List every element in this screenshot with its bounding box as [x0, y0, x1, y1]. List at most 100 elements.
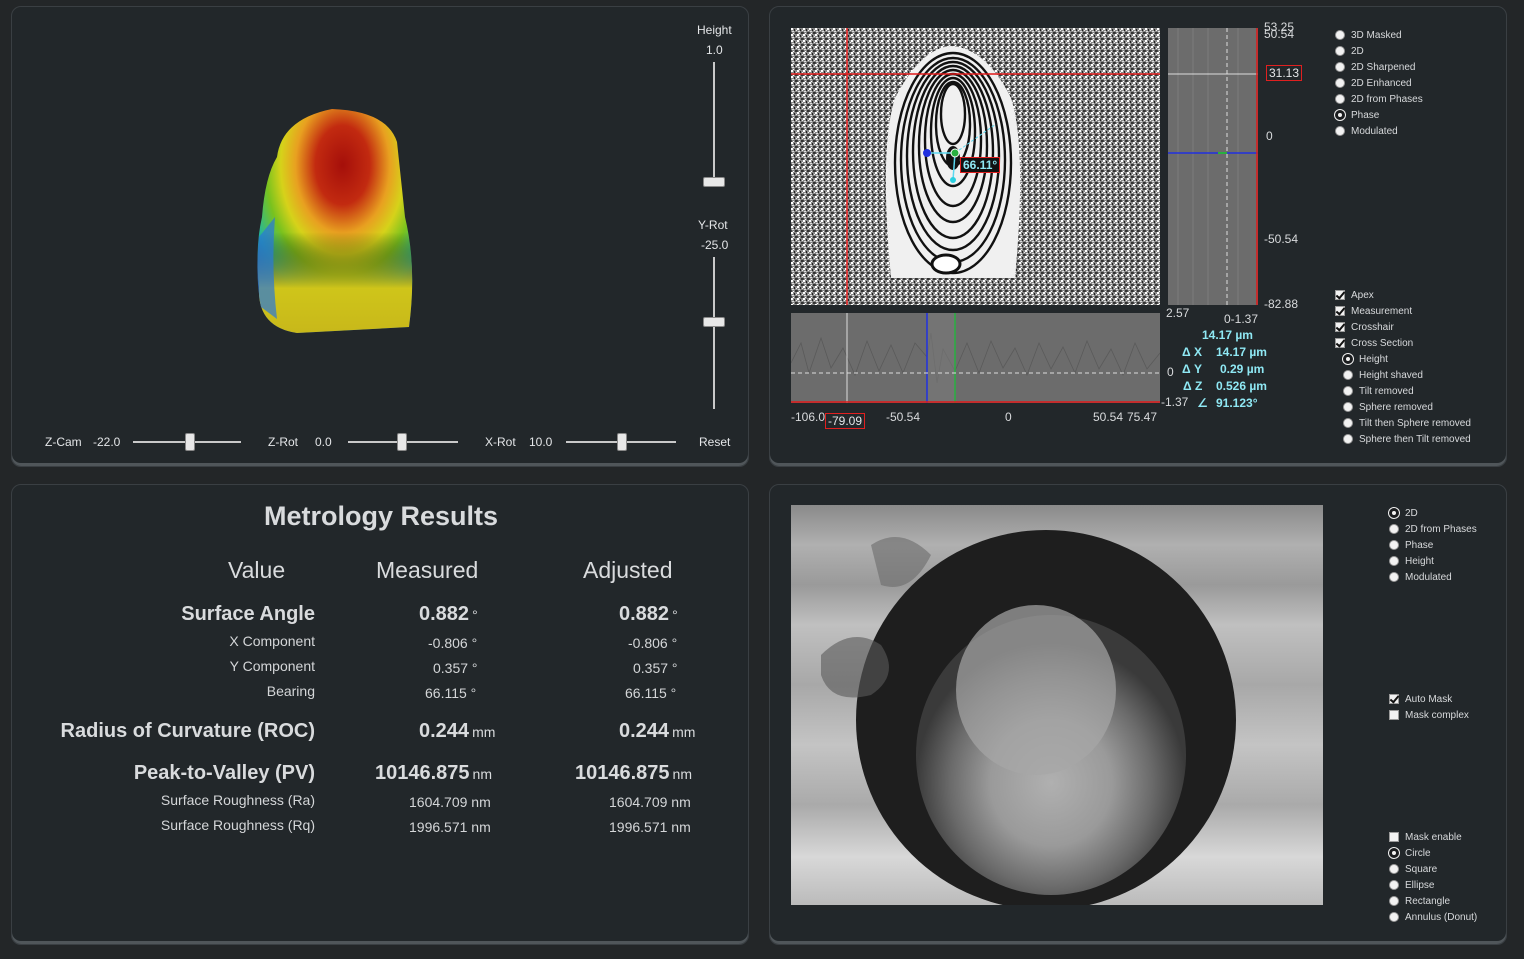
x-component-adjusted: -0.806 ° [628, 635, 678, 651]
view-mode-radio-icon[interactable] [1335, 78, 1345, 88]
view-mode-2d[interactable]: 2D [1335, 44, 1364, 58]
view-mode-radio-icon[interactable] [1335, 126, 1345, 136]
section-mode-height-shaved[interactable]: Height shaved [1343, 368, 1423, 382]
mask-shape-radio-icon[interactable] [1389, 896, 1399, 906]
section-mode-radio-icon[interactable] [1343, 402, 1353, 412]
camera-mode-modulated[interactable]: Modulated [1389, 570, 1452, 584]
height-slider-thumb[interactable] [703, 177, 725, 187]
angle-label: 66.11° [960, 157, 1001, 173]
yrot-slider-thumb[interactable] [703, 317, 725, 327]
mask-shape-square[interactable]: Square [1389, 862, 1437, 876]
section-mode-height[interactable]: Height [1343, 352, 1388, 366]
camera-mode-radio-icon[interactable] [1389, 508, 1399, 518]
overlay-cross-section[interactable]: Cross Section [1335, 336, 1413, 350]
section-mode-sphere-then-tilt-removed[interactable]: Sphere then Tilt removed [1343, 432, 1471, 446]
view-mode-2d-from-phases[interactable]: 2D from Phases [1335, 92, 1423, 106]
mask-shape-radio-icon[interactable] [1389, 848, 1399, 858]
zrot-value: 0.0 [315, 435, 332, 449]
section-mode-radio-icon[interactable] [1343, 434, 1353, 444]
zcam-slider-thumb[interactable] [185, 433, 195, 451]
rq-label: Surface Roughness (Rq) [160, 817, 315, 833]
section-mode-radio-icon[interactable] [1343, 354, 1353, 364]
overlay-crosshair[interactable]: Crosshair [1335, 320, 1394, 334]
surface-angle-measured: 0.882 ° [419, 603, 478, 625]
view-mode-2d-sharpened[interactable]: 2D Sharpened [1335, 60, 1416, 74]
camera-mode-2d[interactable]: 2D [1389, 506, 1418, 520]
section-mode-tilt-then-sphere-removed[interactable]: Tilt then Sphere removed [1343, 416, 1471, 430]
mask-shape-radio-icon[interactable] [1389, 880, 1399, 890]
camera-mode-label: Phase [1405, 539, 1434, 551]
zrot-slider-thumb[interactable] [397, 433, 407, 451]
surface-3d-render[interactable] [237, 97, 417, 337]
camera-mode-2d-from-phases[interactable]: 2D from Phases [1389, 522, 1477, 536]
reset-button[interactable]: Reset [699, 435, 730, 449]
panel-3d-view: Height 1.0 Y-Rot -25.0 Z-Cam -22.0 Z-Rot… [11, 6, 749, 467]
view-mode-label: 2D Sharpened [1351, 61, 1416, 73]
mask-complex-check-icon[interactable] [1389, 710, 1399, 720]
xrot-slider-thumb[interactable] [617, 433, 627, 451]
mask-shape-radio-icon[interactable] [1389, 912, 1399, 922]
vertical-cross-section[interactable] [1168, 28, 1258, 305]
camera-mode-radio-icon[interactable] [1389, 572, 1399, 582]
horizontal-cross-section[interactable] [791, 313, 1160, 403]
mask-enable-checkbox[interactable]: Mask enable [1389, 830, 1462, 844]
view-mode-3d-masked[interactable]: 3D Masked [1335, 28, 1402, 42]
view-mode-radio-icon[interactable] [1335, 46, 1345, 56]
height-slider-track[interactable] [713, 62, 715, 182]
surface-angle-adjusted: 0.882 ° [619, 603, 678, 625]
y-component-adjusted: 0.357 ° [633, 660, 678, 676]
yrot-value: -25.0 [701, 238, 729, 252]
mask-shape-circle[interactable]: Circle [1389, 846, 1431, 860]
camera-mode-phase[interactable]: Phase [1389, 538, 1433, 552]
camera-image[interactable] [791, 505, 1323, 905]
overlay-check-icon[interactable] [1335, 306, 1345, 316]
zrot-label: Z-Rot [268, 435, 298, 449]
mask-shape-radio-icon[interactable] [1389, 864, 1399, 874]
camera-mode-radio-icon[interactable] [1389, 556, 1399, 566]
camera-mode-height[interactable]: Height [1389, 554, 1434, 568]
yrot-slider-track[interactable] [713, 257, 715, 409]
overlay-check-icon[interactable] [1335, 290, 1345, 300]
view-mode-2d-enhanced[interactable]: 2D Enhanced [1335, 76, 1412, 90]
camera-mode-label: 2D from Phases [1405, 523, 1477, 535]
x-component-measured: -0.806 ° [428, 635, 478, 651]
section-mode-radio-icon[interactable] [1343, 386, 1353, 396]
section-mode-radio-icon[interactable] [1343, 418, 1353, 428]
right-axis-bottom: -82.88 [1264, 297, 1299, 311]
view-mode-phase[interactable]: Phase [1335, 108, 1379, 122]
section-mode-tilt-removed[interactable]: Tilt removed [1343, 384, 1414, 398]
overlay-measurement[interactable]: Measurement [1335, 304, 1412, 318]
metrology-title: Metrology Results [263, 501, 499, 531]
auto-mask-checkbox[interactable]: Auto Mask [1389, 692, 1452, 706]
mask-enable-check-icon[interactable] [1389, 832, 1399, 842]
auto-mask-check-icon[interactable] [1389, 694, 1399, 704]
right-axis-top2: 50.54 [1264, 27, 1295, 41]
overlay-check-icon[interactable] [1335, 338, 1345, 348]
mask-complex-checkbox[interactable]: Mask complex [1389, 708, 1469, 722]
mask-shape-label: Rectangle [1405, 895, 1451, 907]
view-mode-radio-icon[interactable] [1335, 110, 1345, 120]
view-mode-radio-icon[interactable] [1335, 30, 1345, 40]
bottom-axis-t4: 50.54 [1093, 410, 1124, 424]
section-mode-radio-icon[interactable] [1343, 370, 1353, 380]
view-mode-label: 2D [1351, 45, 1364, 57]
measure-dy: 0.29 µm [1220, 362, 1265, 376]
bottom-axis-marker: -79.09 [825, 413, 866, 429]
view-mode-modulated[interactable]: Modulated [1335, 124, 1398, 138]
view-mode-radio-icon[interactable] [1335, 62, 1345, 72]
yrot-label: Y-Rot [698, 218, 728, 232]
mask-shape-rectangle[interactable]: Rectangle [1389, 894, 1450, 908]
camera-mode-radio-icon[interactable] [1389, 524, 1399, 534]
ra-adjusted: 1604.709 nm [609, 794, 691, 810]
lower-axis-bottom: -1.37 [1161, 395, 1189, 409]
right-bottom-right-tick: 0-1.37 [1224, 312, 1259, 326]
overlay-check-icon[interactable] [1335, 322, 1345, 332]
view-mode-radio-icon[interactable] [1335, 94, 1345, 104]
overlay-apex[interactable]: Apex [1335, 288, 1374, 302]
col-measured-header: Measured [376, 557, 479, 583]
mask-shape-ellipse[interactable]: Ellipse [1389, 878, 1434, 892]
camera-mode-radio-icon[interactable] [1389, 540, 1399, 550]
rq-adjusted: 1996.571 nm [609, 819, 691, 835]
mask-shape-annulus-donut[interactable]: Annulus (Donut) [1389, 910, 1477, 924]
section-mode-sphere-removed[interactable]: Sphere removed [1343, 400, 1433, 414]
